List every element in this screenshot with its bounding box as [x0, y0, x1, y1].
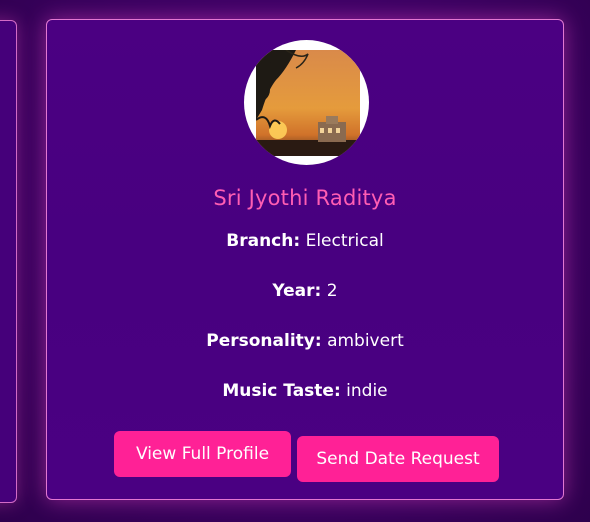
profiles-page: Sri Jyothi Raditya Branch: Electrical Ye…	[0, 0, 590, 522]
personality-label: Personality:	[206, 331, 322, 351]
personality-field: Personality: ambivert	[47, 331, 563, 351]
personality-value: ambivert	[327, 331, 404, 351]
music-taste-label: Music Taste:	[222, 381, 341, 401]
year-value: 2	[326, 281, 338, 301]
previous-profile-card	[0, 20, 17, 503]
view-full-profile-button[interactable]: View Full Profile	[114, 431, 291, 477]
profile-name: Sri Jyothi Raditya	[213, 186, 397, 210]
branch-field: Branch: Electrical	[47, 231, 563, 251]
year-label: Year:	[272, 281, 322, 301]
profile-card: Sri Jyothi Raditya Branch: Electrical Ye…	[46, 19, 564, 500]
profile-avatar	[244, 40, 369, 165]
music-taste-field: Music Taste: indie	[47, 381, 563, 401]
branch-label: Branch:	[226, 231, 301, 251]
send-date-request-button[interactable]: Send Date Request	[297, 436, 499, 482]
branch-value: Electrical	[305, 231, 384, 251]
year-field: Year: 2	[47, 281, 563, 301]
sunset-photo-icon	[256, 50, 360, 156]
music-taste-value: indie	[346, 381, 388, 401]
